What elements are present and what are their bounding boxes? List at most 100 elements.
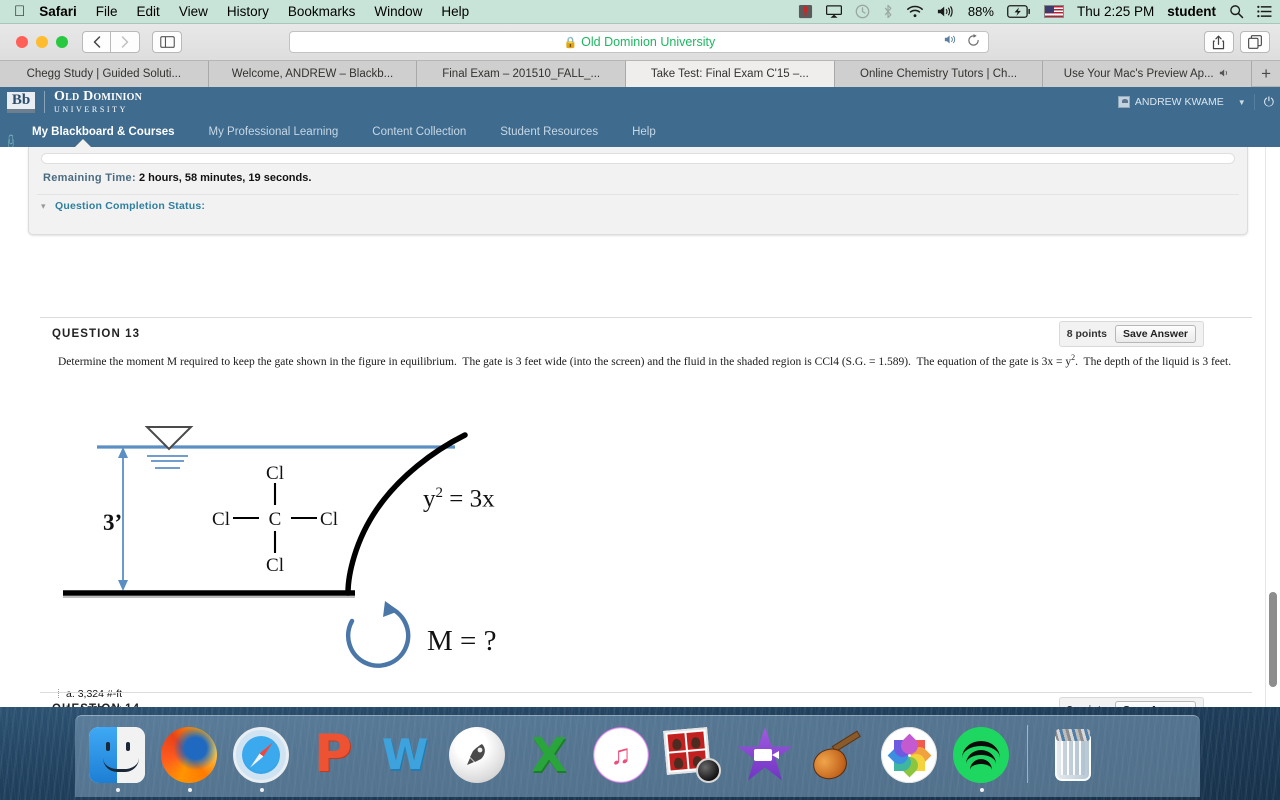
notification-center-icon[interactable] (1257, 5, 1272, 18)
chevron-collapse-icon[interactable]: ▾ (41, 201, 46, 212)
menu-item-window[interactable]: Window (374, 4, 422, 19)
test-content-area: Remaining Time: 2 hours, 58 minutes, 19 … (0, 147, 1280, 707)
logo-divider (44, 91, 45, 113)
dock-item-firefox[interactable] (157, 719, 223, 793)
photobooth-icon (663, 727, 723, 785)
menu-item-help[interactable]: Help (441, 4, 469, 19)
minimize-window-button[interactable] (36, 36, 48, 48)
menubar-user[interactable]: student (1167, 4, 1216, 19)
power-logout-icon[interactable]: ⏻ (1253, 94, 1274, 110)
show-all-tabs-button[interactable] (1239, 31, 1270, 53)
page-scrollbar-thumb[interactable] (1269, 592, 1277, 687)
timemachine-icon[interactable] (855, 4, 870, 19)
moment-arrow-path (345, 604, 411, 668)
wifi-icon[interactable] (906, 5, 924, 18)
airplay-icon[interactable] (825, 5, 842, 18)
question-separator (40, 317, 1252, 318)
question-completion-status-link[interactable]: Question Completion Status: (55, 200, 205, 212)
dock-item-word[interactable]: W (373, 719, 439, 793)
remaining-time-row: Remaining Time: 2 hours, 58 minutes, 19 … (43, 172, 311, 190)
safari-tab-bar: Chegg Study | Guided Soluti... Welcome, … (0, 60, 1280, 87)
apple-menu-icon[interactable]:  (14, 4, 25, 19)
reload-icon[interactable] (967, 34, 980, 50)
menu-item-safari[interactable]: Safari (39, 4, 77, 19)
menu-item-view[interactable]: View (179, 4, 208, 19)
timer-panel: Remaining Time: 2 hours, 58 minutes, 19 … (28, 147, 1248, 235)
dock-item-powerpoint[interactable]: P (301, 719, 367, 793)
battery-percent-label: 88% (967, 4, 994, 19)
back-button[interactable] (82, 31, 111, 53)
tab-label: Welcome, ANDREW – Blackb... (231, 68, 394, 80)
maximize-window-button[interactable] (56, 36, 68, 48)
menubar-clock[interactable]: Thu 2:25 PM (1077, 4, 1154, 19)
chevron-down-icon[interactable]: ▼ (1238, 98, 1246, 107)
browser-tab-5[interactable]: Use Your Mac's Preview Ap... (1043, 61, 1253, 87)
bluetooth-icon[interactable] (883, 4, 893, 19)
page-scrollbar[interactable] (1265, 147, 1280, 707)
nav-student-resources[interactable]: Student Resources (500, 126, 598, 138)
battery-icon[interactable] (1007, 5, 1031, 18)
browser-tab-1[interactable]: Welcome, ANDREW – Blackb... (208, 61, 418, 87)
window-controls (16, 36, 68, 48)
dock-item-excel[interactable]: X (517, 719, 583, 793)
question-13-points-box: 8 points Save Answer (1058, 321, 1204, 347)
molecule-bottom-label: Cl (266, 555, 284, 576)
spotlight-search-icon[interactable] (1229, 4, 1244, 19)
running-indicator (260, 788, 264, 792)
user-avatar-icon (1117, 96, 1130, 108)
dock-item-garageband[interactable] (805, 719, 871, 793)
question-13-text: Determine the moment M required to keep … (58, 353, 1231, 368)
launchpad-rocket-icon (449, 727, 507, 785)
choice-radio-a[interactable] (58, 689, 63, 698)
institution-line-2: UNIVERSITY (54, 104, 128, 114)
running-indicator (980, 788, 984, 792)
institution-line-1: Old Dominion (54, 88, 143, 104)
remaining-time-label: Remaining Time: (43, 172, 136, 184)
speaker-icon[interactable] (944, 34, 958, 50)
nav-my-blackboard-courses[interactable]: My Blackboard & Courses (32, 126, 175, 138)
flag-input-source-icon[interactable] (1043, 5, 1064, 18)
new-tab-button[interactable]: + (1252, 61, 1280, 86)
address-bar[interactable]: 🔒 Old Dominion University (289, 31, 990, 53)
safari-toolbar: 🔒 Old Dominion University (0, 24, 1280, 60)
tab-audio-playing-icon[interactable] (1219, 68, 1231, 81)
forward-button[interactable] (111, 31, 140, 53)
blackboard-logo[interactable]: Bb Old Dominion UNIVERSITY (7, 88, 143, 114)
nav-content-collection[interactable]: Content Collection (372, 126, 466, 138)
browser-tab-0[interactable]: Chegg Study | Guided Soluti... (0, 61, 209, 87)
close-window-button[interactable] (16, 36, 28, 48)
photos-pinwheel-icon (881, 727, 939, 785)
dock-item-trash[interactable] (1040, 719, 1106, 793)
firefox-icon (161, 727, 219, 785)
dock-item-safari[interactable] (229, 719, 295, 793)
menu-item-edit[interactable]: Edit (137, 4, 160, 19)
dock-item-photobooth[interactable] (661, 719, 727, 793)
browser-tab-2[interactable]: Final Exam – 201510_FALL_... (417, 61, 627, 87)
nav-my-professional-learning[interactable]: My Professional Learning (209, 126, 339, 138)
dock-item-finder[interactable] (85, 719, 151, 793)
menu-item-file[interactable]: File (96, 4, 118, 19)
menu-item-bookmarks[interactable]: Bookmarks (288, 4, 356, 19)
spotify-icon (953, 727, 1011, 785)
sidebar-toggle-button[interactable] (152, 31, 182, 53)
running-indicator (116, 788, 120, 792)
menu-item-history[interactable]: History (227, 4, 269, 19)
browser-tab-3-active[interactable]: Take Test: Final Exam C'15 –... (626, 61, 835, 87)
tab-label: Use Your Mac's Preview Ap... (1063, 68, 1214, 80)
browser-tab-4[interactable]: Online Chemistry Tutors | Ch... (834, 61, 1044, 87)
user-menu[interactable]: ANDREW KWAME ▼ ⏻ (1117, 94, 1280, 110)
dock-item-photos[interactable] (877, 719, 943, 793)
dock-item-spotify[interactable] (949, 719, 1015, 793)
dropbox-icon[interactable] (798, 4, 813, 19)
choice-a[interactable]: a. 3,324 #-ft (58, 687, 122, 703)
dock-item-launchpad[interactable] (445, 719, 511, 793)
question-13-title: QUESTION 13 (52, 328, 141, 340)
question-13-save-answer-button[interactable]: Save Answer (1115, 325, 1196, 343)
share-button[interactable] (1203, 31, 1234, 53)
nav-help[interactable]: Help (632, 126, 656, 138)
dock-item-itunes[interactable]: ♫ (589, 719, 655, 793)
volume-icon[interactable] (937, 5, 955, 18)
dock-item-imovie[interactable] (733, 719, 799, 793)
trash-icon (1044, 727, 1102, 785)
dock: P W X ♫ (75, 715, 1200, 797)
